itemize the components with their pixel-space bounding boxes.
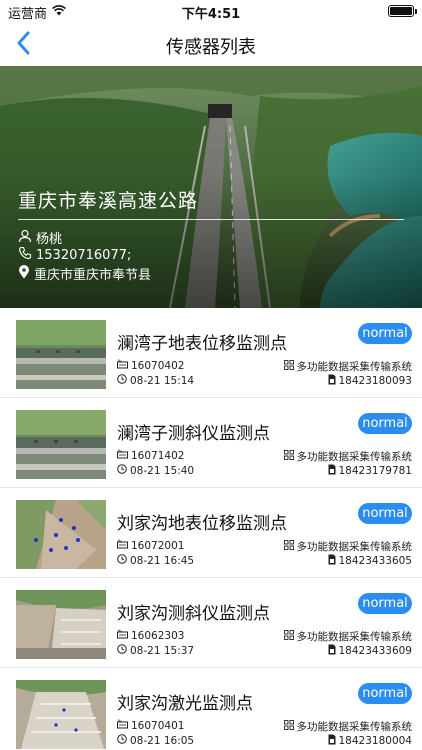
sensor-name: 刘家沟地表位移监测点 [117,514,287,534]
grid-icon [283,630,294,643]
sensor-thumbnail [16,410,106,479]
sensor-code-row: 16072001 [117,539,184,552]
device-icon [117,449,128,462]
sensor-sim: 18423180093 [338,375,413,387]
sim-card-icon [328,734,336,748]
sensor-time: 08-21 15:14 [130,374,195,387]
status-badge[interactable]: normal [358,503,412,524]
user-icon [18,229,32,247]
device-icon [117,539,128,552]
sensor-system-row: 多功能数据采集传输系统 [283,629,413,644]
sensor-code-row: 16062303 [117,629,184,642]
sensor-name: 刘家沟激光监测点 [117,694,253,714]
sensor-sim-row: 18423433605 [328,554,413,568]
sim-card-icon [328,464,336,478]
sensor-time-row: 08-21 15:40 [117,464,194,477]
sensor-list-item[interactable]: 刘家沟地表位移监测点 normal 16072001 08-21 16:45 多… [0,488,422,578]
grid-icon [283,540,294,553]
clock-icon [117,554,127,567]
sensor-system: 多功能数据采集传输系统 [296,721,413,733]
sim-card-icon [328,644,336,658]
sensor-name: 澜湾子地表位移监测点 [117,334,287,354]
sensor-system-row: 多功能数据采集传输系统 [283,719,413,734]
sensor-code: 16071402 [131,449,185,462]
sensor-list-item[interactable]: 澜湾子地表位移监测点 normal 16070402 08-21 15:14 多… [0,308,422,398]
sensor-system: 多功能数据采集传输系统 [296,541,413,553]
status-time: 下午4:51 [181,7,241,22]
sensor-sim: 18423179781 [338,465,413,477]
sim-card-icon [328,554,336,568]
clock-icon [117,734,127,747]
page-title: 传感器列表 [166,37,256,58]
sim-card-icon [328,374,336,388]
sensor-time-row: 08-21 16:05 [117,734,194,747]
sensor-sim: 18423180004 [338,735,413,747]
status-bar: 运营商 下午4:51 [0,0,422,22]
device-icon [117,359,128,372]
sensor-time-row: 08-21 15:37 [117,644,194,657]
sensor-code: 16062303 [131,629,185,642]
sensor-sim: 18423433605 [338,555,413,567]
sensor-list-item[interactable]: 澜湾子测斜仪监测点 normal 16071402 08-21 15:40 多功… [0,398,422,488]
sensor-code-row: 16070402 [117,359,184,372]
project-banner: 重庆市奉溪高速公路 杨桃 15320716077; 重庆市重庆市奉节县 [0,66,422,308]
sensor-time: 08-21 16:45 [130,554,195,567]
sensor-system-row: 多功能数据采集传输系统 [283,449,413,464]
clock-icon [117,464,127,477]
grid-icon [283,720,294,733]
status-badge[interactable]: normal [358,683,412,704]
clock-icon [117,374,127,387]
sensor-time: 08-21 15:40 [130,464,195,477]
battery-icon [388,5,417,17]
sensor-code: 16070401 [131,719,185,732]
nav-bar: 传感器列表 [0,22,422,66]
sensor-system: 多功能数据采集传输系统 [296,451,413,463]
sensor-code: 16072001 [131,539,185,552]
grid-icon [283,360,294,373]
phone-icon [18,246,32,264]
status-badge[interactable]: normal [358,593,412,614]
sensor-system: 多功能数据采集传输系统 [296,361,413,373]
sensor-thumbnail [16,680,106,749]
banner-divider [18,219,404,220]
sensor-system-row: 多功能数据采集传输系统 [283,539,413,554]
sensor-thumbnail [16,590,106,659]
location-pin-icon [18,264,30,283]
sensor-code: 16070402 [131,359,185,372]
status-badge[interactable]: normal [358,323,412,344]
sensor-time: 08-21 15:37 [130,644,195,657]
sensor-sim-row: 18423179781 [328,464,413,478]
device-icon [117,719,128,732]
contact-phone: 15320716077; [36,247,132,263]
location-row: 重庆市重庆市奉节县 [18,264,151,283]
grid-icon [283,450,294,463]
sensor-sim-row: 18423180093 [328,374,413,388]
sensor-name: 刘家沟测斜仪监测点 [117,604,270,624]
contact-name: 杨桃 [36,232,63,247]
sensor-time-row: 08-21 16:45 [117,554,194,567]
project-location: 重庆市重庆市奉节县 [34,268,152,283]
sensor-thumbnail [16,320,106,389]
device-icon [117,629,128,642]
sensor-sim-row: 18423180004 [328,734,413,748]
clock-icon [117,644,127,657]
sensor-time-row: 08-21 15:14 [117,374,194,387]
sensor-list-item[interactable]: 刘家沟测斜仪监测点 normal 16062303 08-21 15:37 多功… [0,578,422,668]
sensor-code-row: 16070401 [117,719,184,732]
sensor-sim: 18423433609 [338,645,413,657]
sensor-thumbnail [16,500,106,569]
project-name: 重庆市奉溪高速公路 [18,190,199,212]
sensor-time: 08-21 16:05 [130,734,195,747]
sensor-list-item[interactable]: 刘家沟激光监测点 normal 16070401 08-21 16:05 多功能… [0,668,422,750]
sensor-system-row: 多功能数据采集传输系统 [283,359,413,374]
sensor-code-row: 16071402 [117,449,184,462]
phone-row[interactable]: 15320716077; [18,246,131,264]
sensor-name: 澜湾子测斜仪监测点 [117,424,270,444]
sensor-system: 多功能数据采集传输系统 [296,631,413,643]
contact-row: 杨桃 [18,228,62,247]
status-badge[interactable]: normal [358,413,412,434]
sensor-sim-row: 18423433609 [328,644,413,658]
